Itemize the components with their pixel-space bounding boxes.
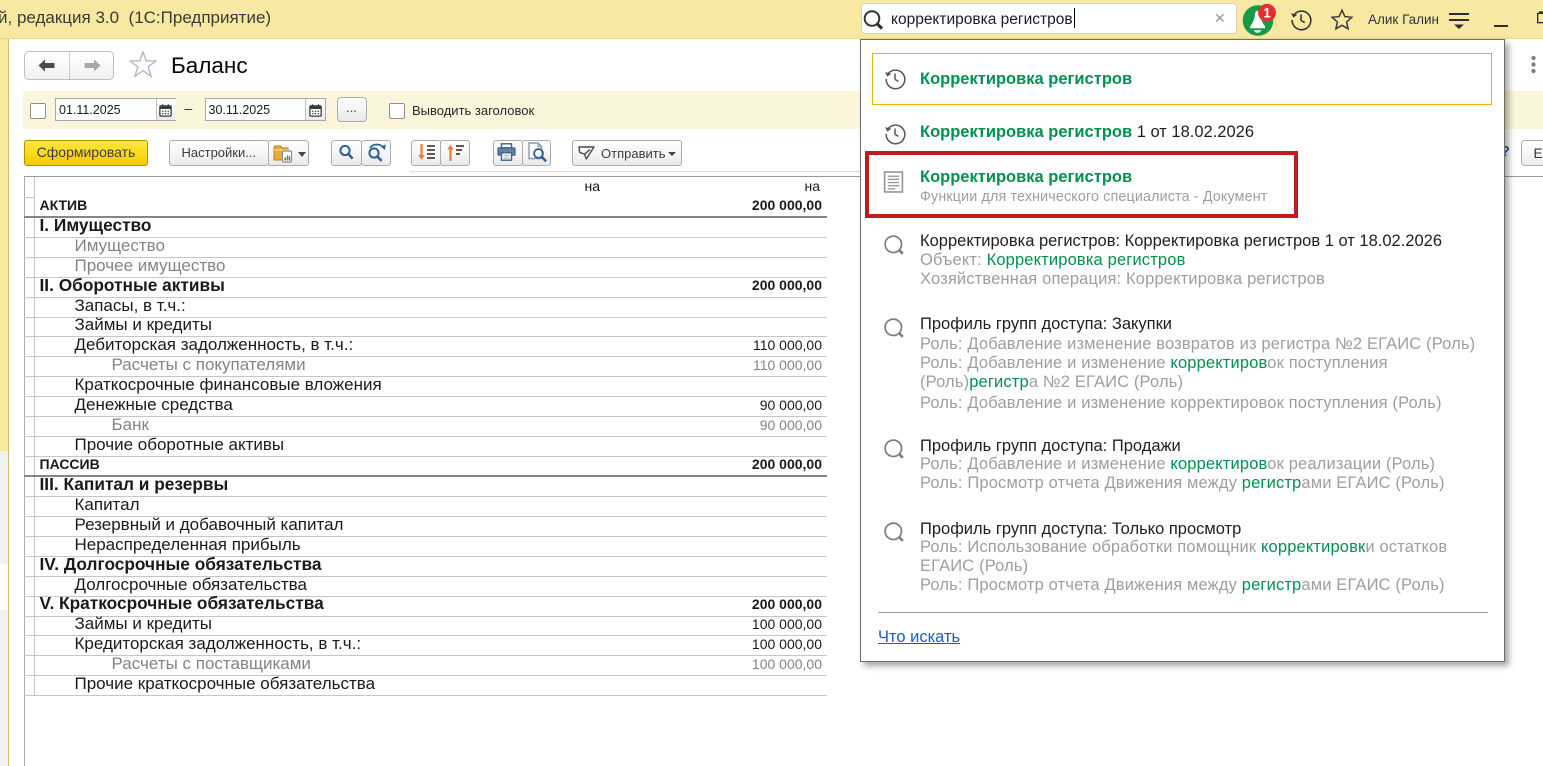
svg-text:1: 1 [1263, 6, 1271, 21]
